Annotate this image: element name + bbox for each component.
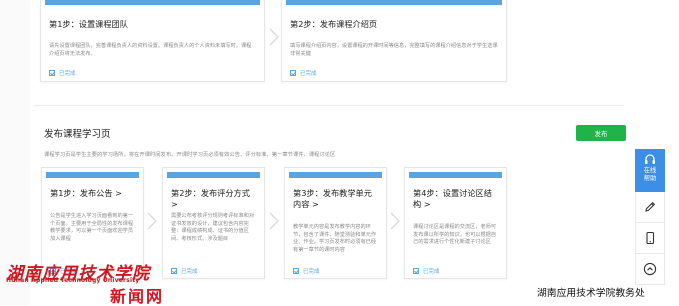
chevron-right-icon — [268, 212, 280, 230]
step-status-label: 已完成 — [181, 269, 198, 275]
step-title: 第3步：发布教学单元内容 > — [293, 188, 372, 209]
section-divider — [34, 105, 624, 106]
mobile-phone-icon — [646, 231, 655, 245]
back-to-top-button[interactable] — [635, 254, 665, 285]
step-card-intro[interactable]: 第2步：发布课程介绍页 填写课程介绍页内容，设置课程的开课时间等信息，完整填写的… — [281, 0, 507, 82]
edit-button[interactable] — [635, 192, 665, 223]
step-title: 第2步：发布课程介绍页 — [290, 19, 378, 29]
step-description: 填写课程介绍页内容，设置课程的开课时间等信息，完整填写的课程介绍信息对于学生选课… — [290, 43, 498, 57]
online-help-button[interactable]: 在线 帮助 — [635, 149, 665, 192]
step-description: 公告是学生进入学习页面看到的第一个页面，主要用于全局性的发布课程教学要求，可以第… — [50, 213, 134, 242]
checkbox-icon — [413, 268, 419, 274]
card-top-bar — [289, 172, 382, 178]
step-description: 教学单元内容是发布教学内容的环节，包含了课件、随堂测验和单元作业、作业。学习页发… — [293, 224, 377, 253]
step-status: 已完成 — [413, 267, 440, 275]
checkbox-icon — [290, 70, 296, 76]
card-top-bar — [286, 0, 502, 5]
step-status-label: 已完成 — [303, 269, 320, 275]
card-top-bar — [45, 0, 260, 5]
news-watermark: 新闻网 — [110, 287, 165, 306]
card-top-bar — [46, 172, 139, 178]
headset-icon — [645, 154, 655, 164]
step-description: 课程讨论区是课程的交流区，老师可发布课以所学的知识，也可以根据自己的需求进行个性… — [413, 224, 497, 246]
step-card-units[interactable]: 第3步：发布教学单元内容 > 教学单元内容是发布教学内容的环节，包含了课件、随堂… — [284, 167, 387, 279]
page: 第1步：设置课程团队 请先设置课程团队，完善课程负责人的资料设置。课程负责人的个… — [0, 0, 679, 306]
checkbox-icon — [49, 70, 55, 76]
checkbox-icon — [293, 268, 299, 274]
chevron-up-circle-icon — [643, 262, 657, 276]
step-status: 已完成 — [171, 267, 198, 275]
step-status-label: 已完成 — [423, 269, 440, 275]
chevron-right-icon — [389, 212, 401, 230]
step-title: 第4步：设置讨论区结构 > — [413, 188, 492, 209]
step-status-label: 已完成 — [300, 71, 317, 77]
dept-watermark: 湖南应用技术学院教务处 — [537, 288, 645, 299]
step-card-forum[interactable]: 第4步：设置讨论区结构 > 课程讨论区是课程的交流区，老师可发布课以所学的知识，… — [404, 167, 507, 279]
checkbox-icon — [171, 268, 177, 274]
step-description: 请先设置课程团队，完善课程负责人的资料设置。课程负责人的个人资料未填写时，课程介… — [49, 43, 252, 57]
step-card-grading[interactable]: 第2步：发布评分方式 > 需要公布考核评分规则考评标准和对证书发放的设计，建议包… — [162, 167, 265, 279]
pencil-icon — [645, 201, 656, 212]
step-card-team[interactable]: 第1步：设置课程团队 请先设置课程团队，完善课程负责人的资料设置。课程负责人的个… — [40, 0, 265, 82]
step-description: 需要公布考核评分规则考评标准和对证书发放的设计，建议包含内容完整：课程成绩构成、… — [171, 213, 255, 242]
card-top-bar — [409, 172, 502, 178]
publish-button[interactable]: 发布 — [576, 125, 626, 141]
step-status-label: 已完成 — [59, 71, 76, 77]
step-status: 已完成 — [290, 69, 317, 77]
card-top-bar — [167, 172, 260, 178]
chevron-right-icon — [268, 28, 280, 46]
chevron-right-icon — [146, 212, 158, 230]
step-status: 已完成 — [49, 69, 76, 77]
floating-toolbar: 在线 帮助 — [635, 149, 665, 285]
section-description: 课程学习页是学生主要的学习场所，将在开课时间发布。开课时学习页必须有效公告、评分… — [44, 152, 336, 158]
step-title: 第1步：发布公告 > — [50, 188, 122, 198]
mobile-button[interactable] — [635, 223, 665, 254]
step-status: 已完成 — [293, 267, 320, 275]
section-title: 发布课程学习页 — [44, 129, 111, 140]
step-title: 第2步：发布评分方式 > — [171, 188, 250, 209]
step-title: 第1步：设置课程团队 — [49, 19, 128, 29]
online-help-label: 在线 帮助 — [643, 167, 657, 182]
